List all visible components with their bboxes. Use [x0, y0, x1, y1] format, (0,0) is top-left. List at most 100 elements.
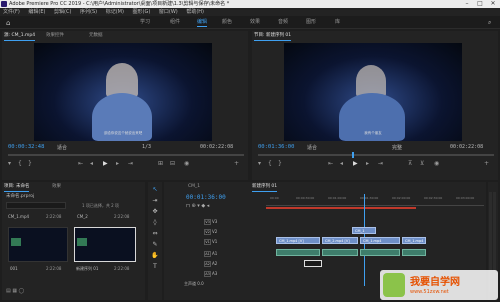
- program-play-icon[interactable]: ▶: [353, 159, 358, 169]
- source-add-button-icon[interactable]: +: [234, 159, 239, 169]
- source-tabs: 源: CM_1.mp4 效果控件 元数据: [4, 31, 244, 41]
- tab-sequence-cm1[interactable]: CM_1: [188, 182, 200, 191]
- workspace-assembly[interactable]: 组件: [170, 19, 180, 26]
- ripple-edit-icon[interactable]: ✥: [151, 208, 159, 216]
- step-back-icon[interactable]: ◂: [90, 159, 93, 169]
- project-thumbnail-001[interactable]: [8, 227, 68, 262]
- source-subtitle: 该给你说这个就说出来吧: [103, 131, 143, 135]
- track-v2[interactable]: V2 V2: [204, 228, 217, 236]
- tab-sequence-01[interactable]: 新建序列 01: [252, 182, 278, 192]
- workspace-effects[interactable]: 效果: [250, 19, 260, 26]
- clip-v1-cm2[interactable]: CM_2.mp4 [V]: [322, 237, 358, 244]
- mark-in-icon[interactable]: ▾: [8, 159, 11, 169]
- program-timecode[interactable]: 00:01:36:00: [258, 144, 294, 150]
- source-scale-select[interactable]: 1/3: [142, 144, 151, 150]
- track-select-icon[interactable]: ⇥: [151, 197, 159, 205]
- hand-tool-icon[interactable]: ✋: [151, 252, 159, 260]
- program-fit-select[interactable]: 适合: [307, 144, 317, 151]
- clip-top-cm1[interactable]: CM_1: [352, 227, 376, 234]
- clip-v1-cm1[interactable]: CM_1.mp4 [V]: [276, 237, 320, 244]
- pen-tool-icon[interactable]: ✎: [151, 241, 159, 249]
- watermark-logo-icon: [383, 273, 405, 297]
- close-icon[interactable]: ✕: [486, 0, 500, 8]
- project-thumbnail-sequence[interactable]: [74, 227, 136, 262]
- source-timecode[interactable]: 00:00:32:48: [8, 144, 44, 150]
- program-export-frame-icon[interactable]: ◉: [434, 159, 439, 169]
- program-video-frame[interactable]: 我有个朋友: [284, 43, 462, 141]
- mark-out-icon[interactable]: {: [18, 159, 22, 169]
- clip-a1-4[interactable]: [402, 249, 426, 256]
- track-v1[interactable]: V1 V1: [204, 238, 217, 246]
- program-scrub-bar[interactable]: [258, 154, 494, 156]
- razor-tool-icon[interactable]: ◊: [151, 219, 159, 227]
- overwrite-icon[interactable]: ⊟: [170, 159, 175, 169]
- track-a3[interactable]: A3 A3: [204, 270, 217, 278]
- menu-window[interactable]: 窗口(W): [159, 9, 178, 15]
- menu-file[interactable]: 文件(F): [3, 9, 20, 15]
- program-add-button-icon[interactable]: +: [484, 159, 489, 169]
- selection-tool-icon[interactable]: ↖: [151, 186, 159, 194]
- lift-icon[interactable]: ⊼: [408, 159, 412, 169]
- search-icon[interactable]: ⌕: [488, 19, 491, 27]
- minimize-icon[interactable]: –: [460, 0, 474, 8]
- tab-effect-controls[interactable]: 效果控件: [46, 31, 64, 40]
- program-step-forward-icon[interactable]: ▸: [366, 159, 369, 169]
- tab-source[interactable]: 源: CM_1.mp4: [4, 31, 36, 41]
- program-go-to-in-icon[interactable]: ⇤: [328, 159, 333, 169]
- program-mark-in-icon[interactable]: {: [268, 159, 272, 169]
- source-video-frame[interactable]: 该给你说这个就说出来吧: [34, 43, 212, 141]
- clip-a1-3[interactable]: [360, 249, 400, 256]
- menu-sequence[interactable]: 序列(S): [80, 9, 97, 15]
- menu-graphics[interactable]: 图形(G): [133, 9, 151, 15]
- workspace-learning[interactable]: 学习: [140, 19, 150, 26]
- workspace-color[interactable]: 颜色: [222, 19, 232, 26]
- timeline-ruler[interactable]: 00:00 00:00:30:00 00:01:00:00 00:01:30:0…: [266, 192, 484, 206]
- program-go-to-out-icon[interactable]: ⇥: [378, 159, 383, 169]
- home-icon[interactable]: ⌂: [6, 19, 10, 27]
- export-frame-icon[interactable]: ◉: [184, 159, 189, 169]
- go-to-in-icon[interactable]: ⇤: [78, 159, 83, 169]
- step-forward-icon[interactable]: ▸: [116, 159, 119, 169]
- clip-v1-cm1-c[interactable]: CM_1.mp4: [402, 237, 426, 244]
- program-mark-icon[interactable]: ▾: [258, 159, 261, 169]
- clip-a2-selected[interactable]: [304, 260, 322, 267]
- program-step-back-icon[interactable]: ◂: [340, 159, 343, 169]
- tab-project[interactable]: 项目: 未命名: [4, 182, 30, 192]
- play-icon[interactable]: ▶: [103, 159, 108, 169]
- clip-a1-2[interactable]: [322, 249, 358, 256]
- menu-clip[interactable]: 剪辑(C): [54, 9, 71, 15]
- menu-marker[interactable]: 标记(M): [106, 9, 124, 15]
- maximize-icon[interactable]: □: [473, 0, 487, 8]
- program-quality-select[interactable]: 完整: [392, 144, 402, 151]
- workspace-libraries[interactable]: 库: [335, 19, 340, 26]
- timeline-tool-icons[interactable]: ⊓ ⊕ ▾ ◆ ◂: [186, 203, 209, 209]
- mark-out-2-icon[interactable]: }: [28, 159, 32, 169]
- track-a2[interactable]: A2 A2: [204, 260, 217, 268]
- insert-icon[interactable]: ⊞: [158, 159, 163, 169]
- program-playhead[interactable]: [352, 152, 354, 158]
- go-to-out-icon[interactable]: ⇥: [128, 159, 133, 169]
- tab-metadata[interactable]: 元数据: [89, 31, 103, 40]
- clip-v1-cm1-b[interactable]: CM_1.mp4: [360, 237, 400, 244]
- slip-tool-icon[interactable]: ⇔: [151, 230, 159, 238]
- project-search-input[interactable]: [6, 202, 66, 209]
- extract-icon[interactable]: ⊻: [420, 159, 424, 169]
- workspace-graphics[interactable]: 图形: [306, 19, 316, 26]
- source-scrub-bar[interactable]: [8, 154, 244, 156]
- project-view-icons[interactable]: ▤ ▦ ◯: [6, 288, 24, 294]
- workspace-editing[interactable]: 编辑: [197, 19, 208, 27]
- track-a1[interactable]: A1 A1: [204, 250, 217, 258]
- project-tabs: 项目: 未命名 效果: [4, 182, 143, 192]
- track-master[interactable]: 主声道 0.0: [184, 280, 204, 288]
- tab-program[interactable]: 节目: 新建序列 01: [254, 31, 292, 41]
- menu-edit[interactable]: 编辑(E): [28, 9, 45, 15]
- type-tool-icon[interactable]: T: [151, 263, 159, 271]
- tab-effects[interactable]: 效果: [52, 182, 61, 191]
- source-fit-select[interactable]: 适合: [57, 144, 67, 151]
- program-mark-out-icon[interactable]: }: [278, 159, 282, 169]
- track-v3[interactable]: V3 V3: [204, 218, 217, 226]
- workspace-audio[interactable]: 音频: [278, 19, 288, 26]
- timeline-timecode[interactable]: 00:01:36:00: [186, 194, 226, 201]
- clip-a1-1[interactable]: [276, 249, 320, 256]
- menu-help[interactable]: 帮助(H): [186, 9, 204, 15]
